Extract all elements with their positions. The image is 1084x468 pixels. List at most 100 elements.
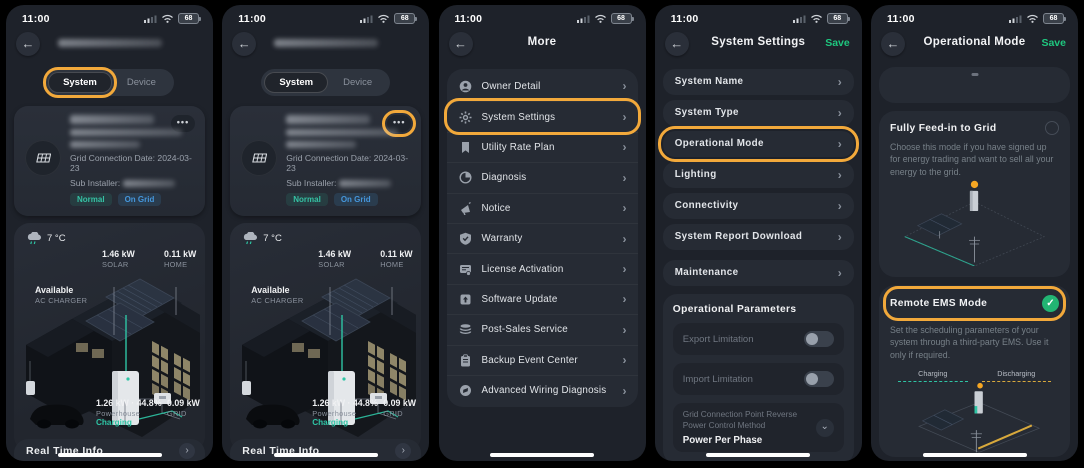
energy-flow-card[interactable]: 7 °C — [14, 223, 205, 452]
settings-item-lighting[interactable]: Lighting› — [663, 162, 854, 188]
redacted-page-title — [58, 39, 162, 47]
real-time-info-bar[interactable]: Real Time Info › — [230, 439, 421, 461]
check-selected-icon[interactable]: ✓ — [1042, 295, 1059, 312]
menu-item-diagnosis[interactable]: Diagnosis › — [447, 162, 638, 192]
chevron-right-icon: › — [395, 443, 411, 459]
menu-item-backup-event-center[interactable]: Backup Event Center › — [447, 345, 638, 375]
cellular-signal-icon — [793, 10, 806, 28]
fully-feed-in-description: Choose this mode if you have signed up f… — [890, 141, 1059, 178]
export-limitation-row: Export Limitation — [673, 323, 844, 355]
status-badge-on-grid: On Grid — [118, 193, 162, 206]
tab-system[interactable]: System — [48, 72, 112, 93]
cellular-signal-icon — [144, 10, 157, 28]
chevron-right-icon: › — [623, 232, 627, 246]
chevron-right-icon: › — [623, 110, 627, 124]
export-limitation-toggle[interactable] — [804, 331, 834, 347]
tab-device[interactable]: Device — [328, 72, 387, 93]
license-icon — [458, 263, 473, 276]
status-badge-normal: Normal — [286, 193, 328, 206]
import-limitation-toggle[interactable] — [804, 371, 834, 387]
menu-item-advanced-wiring-diagnosis[interactable]: Advanced Wiring Diagnosis › — [447, 375, 638, 405]
cellular-signal-icon — [360, 10, 373, 28]
tab-bar: System Device — [45, 69, 174, 96]
menu-item-warranty[interactable]: Warranty › — [447, 223, 638, 253]
status-time: 11:00 — [22, 13, 50, 25]
cellular-signal-icon — [1009, 10, 1022, 28]
update-box-icon — [458, 293, 473, 306]
ac-charger-label: Available AC CHARGER — [35, 285, 87, 305]
rain-cloud-icon — [26, 232, 43, 245]
system-card[interactable]: ••• Grid Connection Date: 2024-03-23 Sub… — [14, 106, 205, 216]
megaphone-icon — [458, 202, 473, 215]
tab-bar: System Device — [261, 69, 390, 96]
chevron-right-icon: › — [838, 266, 842, 280]
rain-cloud-icon — [242, 232, 259, 245]
save-button[interactable]: Save — [825, 37, 850, 49]
back-button[interactable]: ← — [232, 32, 256, 56]
chevron-right-icon: › — [623, 140, 627, 154]
redacted-installer-name — [339, 180, 391, 187]
chevron-right-icon: › — [838, 199, 842, 213]
energy-flow-card[interactable]: 7 °C — [230, 223, 421, 452]
sub-installer-row: Sub Installer: — [70, 178, 193, 188]
pie-chart-icon — [458, 171, 473, 184]
redacted-address — [70, 129, 182, 136]
back-button[interactable]: ← — [16, 32, 40, 56]
powerhouse-label: 1.26 kW · 44.8% Powerhouse Charging — [312, 398, 378, 428]
fully-feed-in-card[interactable]: Fully Feed-in to Grid Choose this mode i… — [879, 111, 1070, 277]
settings-item-system-report-download[interactable]: System Report Download› — [663, 224, 854, 250]
stack-icon — [458, 323, 473, 336]
real-time-info-bar[interactable]: Real Time Info › — [14, 439, 205, 461]
menu-item-owner-detail[interactable]: Owner Detail › — [447, 71, 638, 101]
status-bar: 11:00 68 — [655, 5, 862, 25]
settings-item-maintenance[interactable]: Maintenance› — [663, 260, 854, 286]
wifi-icon — [1026, 10, 1039, 28]
tab-device[interactable]: Device — [112, 72, 171, 93]
page-title: More — [439, 36, 646, 48]
remote-ems-card[interactable]: Remote EMS Mode ✓ Set the scheduling par… — [879, 285, 1070, 457]
settings-item-system-type[interactable]: System Type› — [663, 100, 854, 126]
home-indicator — [923, 453, 1027, 457]
operational-parameters-header: Operational Parameters — [673, 304, 844, 315]
battery-icon: 68 — [827, 13, 848, 24]
home-load-label: 0.11 kW HOME — [380, 249, 412, 269]
remote-ems-title-row[interactable]: Remote EMS Mode ✓ — [886, 289, 1063, 318]
settings-item-system-name[interactable]: System Name› — [663, 69, 854, 95]
menu-item-system-settings[interactable]: System Settings › — [447, 101, 638, 131]
menu-item-software-update[interactable]: Software Update › — [447, 284, 638, 314]
menu-item-license-activation[interactable]: License Activation › — [447, 253, 638, 283]
remote-ems-title: Remote EMS Mode — [890, 298, 987, 309]
temperature-label: 7 °C — [263, 233, 282, 244]
remote-ems-diagram — [890, 382, 1059, 456]
chevron-right-icon: › — [623, 262, 627, 276]
menu-item-utility-rate-plan[interactable]: Utility Rate Plan › — [447, 132, 638, 162]
home-indicator — [58, 453, 162, 457]
redacted-installer-name — [123, 180, 175, 187]
status-time: 11:00 — [455, 13, 483, 25]
radio-unselected-icon[interactable] — [1045, 121, 1059, 135]
home-indicator — [490, 453, 594, 457]
grid-connection-date: Grid Connection Date: 2024-03-23 — [286, 153, 409, 173]
wifi-icon — [377, 10, 390, 28]
settings-item-operational-mode[interactable]: Operational Mode› — [663, 131, 854, 157]
clipboard-icon — [458, 354, 473, 367]
bookmark-icon — [458, 141, 473, 154]
reverse-power-control-dropdown[interactable]: Grid Connection Point Reverse Power Cont… — [673, 403, 844, 452]
solar-output-label: 1.46 kW SOLAR — [318, 249, 351, 269]
chevron-right-icon: › — [623, 171, 627, 185]
save-button[interactable]: Save — [1041, 37, 1066, 49]
settings-item-connectivity[interactable]: Connectivity› — [663, 193, 854, 219]
powerhouse-label: 1.26 kW · 44.8% Powerhouse Charging — [96, 398, 162, 428]
status-time: 11:00 — [887, 13, 915, 25]
system-card[interactable]: ••• Grid Connection Date: 2024-03-23 Sub… — [230, 106, 421, 216]
menu-item-post-sales-service[interactable]: Post-Sales Service › — [447, 314, 638, 344]
tab-system[interactable]: System — [264, 72, 328, 93]
redacted-page-title — [274, 39, 378, 47]
solar-panel-avatar-icon — [241, 140, 277, 176]
chevron-right-icon: › — [838, 106, 842, 120]
menu-item-notice[interactable]: Notice › — [447, 193, 638, 223]
status-bar: 11:00 68 — [871, 5, 1078, 25]
status-bar: 11:00 68 — [439, 5, 646, 25]
redacted-system-name — [70, 115, 154, 124]
status-bar: 11:00 68 — [222, 5, 429, 25]
